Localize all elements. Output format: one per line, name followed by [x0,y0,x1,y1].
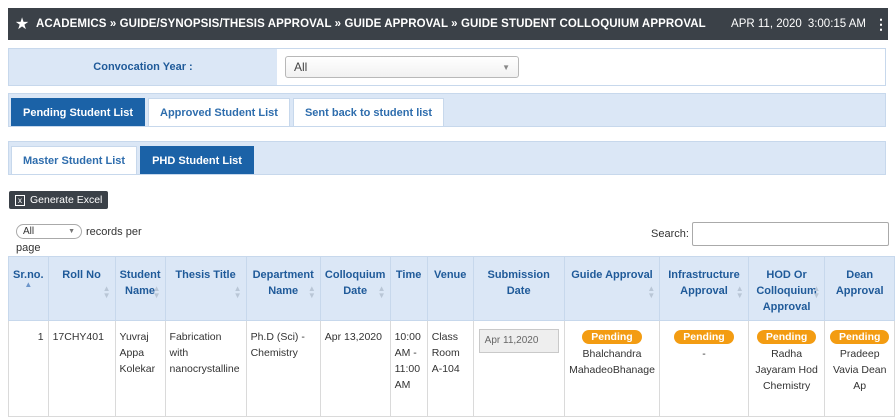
col-header-roll[interactable]: Roll No ▲ ▼ [47,256,116,321]
cell-roll: 17CHY401 [47,320,116,417]
convocation-year-select[interactable]: All ▼ [285,56,519,78]
convocation-year-label: Convocation Year : [9,49,277,85]
hod-name: Radha Jayaram Hod Chemistry [755,348,818,392]
tab-phd-student-list[interactable]: PHD Student List [140,146,254,174]
search-area: Search: [651,222,889,246]
col-header-venue-label: Venue [433,269,467,281]
cell-name: Yuvraj Appa Kolekar [114,320,166,417]
col-header-hod-approval[interactable]: HOD Or Colloquium Approval ▲ ▼ [747,256,826,321]
col-header-srno[interactable]: Sr.no. ▲ [8,256,49,321]
sort-icon: ▲ ▼ [152,284,161,300]
generate-excel-label: Generate Excel [30,194,103,206]
breadcrumb: ACADEMICS » GUIDE/SYNOPSIS/THESIS APPROV… [36,18,706,30]
col-header-time-label: Time [395,269,422,281]
cell-dean-approval: Pending Pradeep Vavia Dean Ap [824,320,895,417]
chevron-down-icon: ▼ [502,62,510,72]
sort-asc-icon: ▲ [24,280,33,289]
col-header-roll-label: Roll No [62,269,101,281]
generate-excel-button[interactable]: x Generate Excel [9,191,109,209]
student-table: Sr.no. ▲ Roll No ▲ ▼ Student Name ▲ ▼ Thesis … [8,256,895,417]
search-input[interactable] [691,222,889,246]
status-badge: Pending [756,330,817,344]
cell-time: 10:00 AM - 11:00 AM [389,320,428,417]
sort-icon: ▲ ▼ [377,284,386,300]
col-header-venue[interactable]: Venue [426,256,474,321]
convocation-year-cell: All ▼ [277,49,885,85]
guide-name: Bhalchandra MahadeoBhanage [569,348,655,376]
cell-thesis: Fabrication with nanocrystalline [164,320,247,417]
col-header-guide-approval[interactable]: Guide Approval ▲ ▼ [563,256,661,321]
sort-icon: ▲ ▼ [102,284,111,300]
chevron-down-icon: ▼ [68,228,75,235]
col-header-thesis-label: Thesis Title [175,269,236,281]
submission-date-field[interactable]: Apr 11,2020 [478,329,559,353]
tab-pending-student-list[interactable]: Pending Student List [11,98,145,126]
col-header-guide-approval-label: Guide Approval [571,269,653,281]
header-date: APR 11, 2020 [731,18,802,30]
col-header-dean-approval[interactable]: Dean Approval [824,256,895,321]
sort-icon: ▲ ▼ [735,284,744,300]
dean-name: Pradeep Vavia Dean Ap [832,348,887,392]
table-header-row: Sr.no. ▲ Roll No ▲ ▼ Student Name ▲ ▼ Thesis … [8,256,895,321]
top-header-bar: ★ ACADEMICS » GUIDE/SYNOPSIS/THESIS APPR… [8,8,888,40]
sort-icon: ▲ ▼ [233,284,242,300]
cell-submission-date: Apr 11,2020 [472,320,565,417]
more-menu-icon[interactable]: ⋮ [874,16,888,33]
infra-name: - [702,348,706,360]
tab-approved-student-list[interactable]: Approved Student List [148,98,290,126]
excel-file-icon: x [15,194,25,206]
tab-master-student-list[interactable]: Master Student List [11,146,138,174]
cell-dept: Ph.D (Sci) - Chemistry [245,320,321,417]
cell-hod-approval: Pending Radha Jayaram Hod Chemistry [747,320,826,417]
convocation-year-value: All [294,60,308,74]
program-tab-bar: Master Student List PHD Student List [8,141,886,175]
sort-icon: ▲ ▼ [647,284,656,300]
col-header-thesis[interactable]: Thesis Title ▲ ▼ [164,256,247,321]
col-header-hod-approval-label: HOD Or Colloquium Approval [756,269,817,313]
table-row: 1 17CHY401 Yuvraj Appa Kolekar Fabricati… [8,320,895,417]
col-header-submission-date-label: Submission Date [487,269,550,297]
col-header-dept-label: Department Name [252,269,314,297]
cell-colloquium-date: Apr 13,2020 [319,320,391,417]
convocation-filter-row: Convocation Year : All ▼ [8,48,886,86]
records-per-page: All ▼ records per [16,224,142,239]
cell-venue: Class Room A-104 [426,320,474,417]
status-badge: Pending [582,330,642,344]
cell-infra-approval: Pending - [659,320,749,417]
star-icon[interactable]: ★ [8,14,36,34]
sort-icon: ▲ ▼ [812,284,821,300]
col-header-name[interactable]: Student Name ▲ ▼ [114,256,166,321]
cell-srno: 1 [8,320,49,417]
col-header-submission-date[interactable]: Submission Date [472,256,565,321]
status-badge: Pending [674,330,734,344]
search-label: Search: [651,228,689,240]
records-per-page-select[interactable]: All ▼ [16,224,82,239]
col-header-dept[interactable]: Department Name ▲ ▼ [245,256,321,321]
col-header-colloquium-date[interactable]: Colloquium Date ▲ ▼ [319,256,391,321]
records-per-page-value: All [23,226,35,237]
status-badge: Pending [830,330,890,344]
col-header-dean-approval-label: Dean Approval [835,269,884,297]
status-tab-bar: Pending Student List Approved Student Li… [8,93,886,127]
col-header-colloquium-date-label: Colloquium Date [324,269,386,297]
header-time: 3:00:15 AM [807,18,866,30]
records-per-page-label-2: page [16,242,41,254]
cell-guide-approval: Pending Bhalchandra MahadeoBhanage [563,320,661,417]
records-per-page-label: records per [86,225,142,238]
col-header-time[interactable]: Time [389,256,428,321]
col-header-infra-approval[interactable]: Infrastructure Approval ▲ ▼ [659,256,749,321]
col-header-infra-approval-label: Infrastructure Approval [668,269,740,297]
sort-icon: ▲ ▼ [307,284,316,300]
tab-sent-back-list[interactable]: Sent back to student list [292,98,445,126]
